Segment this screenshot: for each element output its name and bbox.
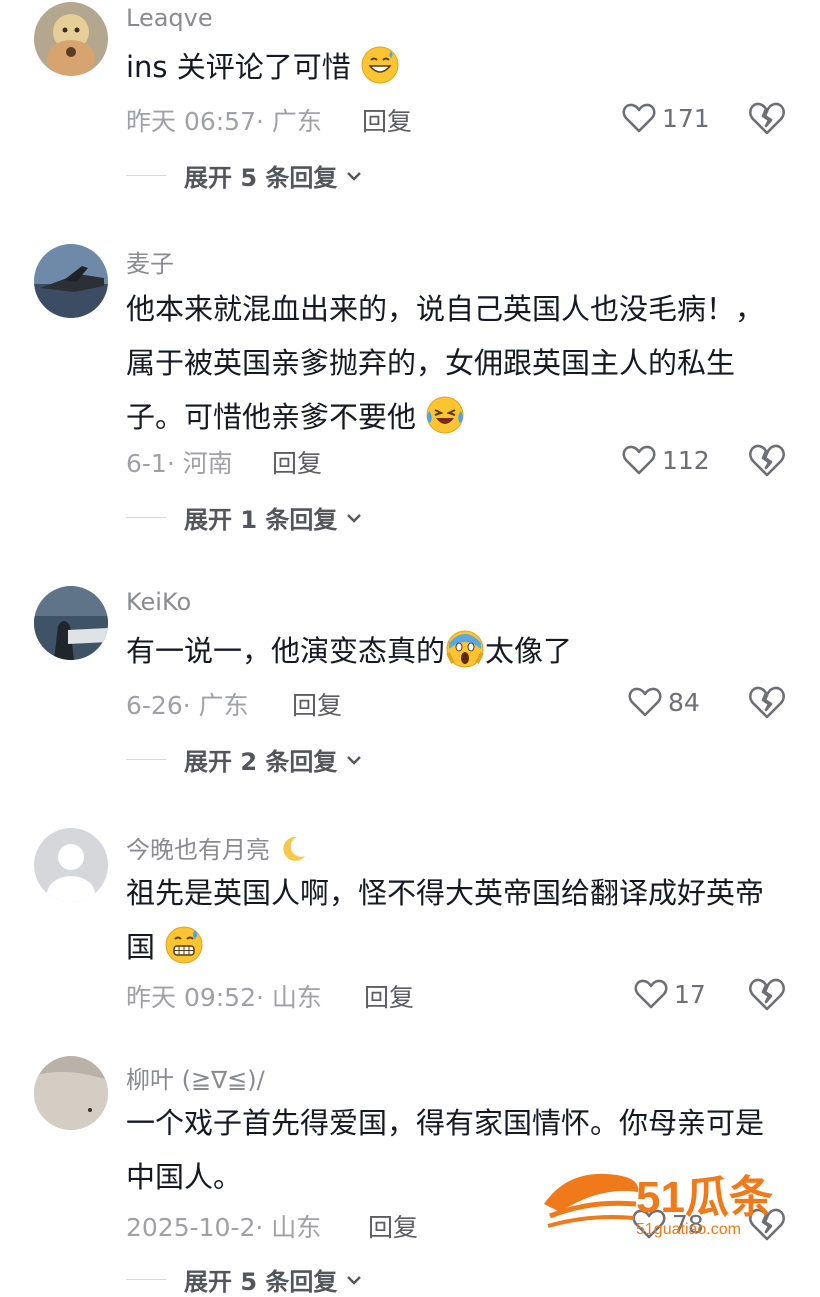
username[interactable]: Leaqve [126,4,213,32]
grinning-sweat-emoji [361,46,399,84]
expand-replies-button[interactable]: 展开 1 条回复 [126,500,365,535]
comment-text: ins 关评论了可惜 [126,40,786,94]
expand-replies-label: 展开 5 条回复 [184,164,338,192]
comment-text-body: 祖先是英国人啊，怪不得大英帝国给翻译成好英帝国 [126,876,765,964]
like-button[interactable]: 112 [622,440,710,480]
divider [126,175,166,176]
like-button[interactable]: 84 [628,682,700,722]
like-count: 17 [674,979,706,1009]
reply-button[interactable]: 回复 [368,1208,418,1244]
comment-meta: 昨天 06:57· 广东 [126,107,322,136]
crescent-moon-emoji [282,836,305,861]
heart-outline-icon [634,979,668,1009]
username-text: 今晚也有月亮 [126,836,270,864]
username[interactable]: 麦子 [126,244,174,279]
comment-meta: 6-26· 广东 [126,691,249,720]
avatar[interactable] [34,586,108,660]
avatar[interactable] [34,244,108,318]
divider [126,759,166,760]
expand-replies-button[interactable]: 展开 2 条回复 [126,742,365,777]
comment-meta: 2025-10-2· 山东 [126,1213,322,1242]
broken-heart-icon[interactable] [748,682,786,722]
reply-button[interactable]: 回复 [362,102,412,138]
watermark-logo-text: 51瓜条 [636,1173,773,1222]
broken-heart-icon[interactable] [748,974,786,1014]
avatar[interactable] [34,2,108,76]
broken-heart-icon[interactable] [748,98,786,138]
username[interactable]: 柳叶 (≧∇≦)/ [126,1060,265,1095]
screaming-face-emoji [446,630,484,668]
expand-replies-label: 展开 1 条回复 [184,506,338,534]
avatar[interactable] [34,828,108,902]
watermark-logo: 51瓜条 51guatiao.com [540,1160,800,1240]
heart-outline-icon [628,687,662,717]
like-count: 84 [668,687,700,717]
broken-heart-icon[interactable] [748,440,786,480]
heart-outline-icon [622,103,656,133]
comment-meta: 昨天 09:52· 山东 [126,983,322,1012]
like-button[interactable]: 17 [634,974,706,1014]
expand-replies-button[interactable]: 展开 5 条回复 [126,158,365,193]
chevron-down-icon [347,755,362,765]
like-count: 112 [662,445,710,475]
comment-text: 祖先是英国人啊，怪不得大英帝国给翻译成好英帝国 [126,866,786,974]
watermark-url: 51guatiao.com [636,1221,741,1238]
comment-meta: 6-1· 河南 [126,449,233,478]
reply-button[interactable]: 回复 [272,444,322,480]
like-button[interactable]: 171 [622,98,710,138]
comment-text-body: 有一说一，他演变态真的 [126,634,446,668]
username[interactable]: KeiKo [126,588,191,616]
avatar[interactable] [34,1056,108,1130]
comment-text-body: ins 关评论了可惜 [126,50,351,84]
like-count: 171 [662,103,710,133]
comment-text-tail: 太像了 [485,634,573,668]
chevron-down-icon [347,513,362,523]
divider [126,517,166,518]
grimacing-sweat-emoji [165,926,203,964]
reply-button[interactable]: 回复 [364,978,414,1014]
comment-text: 有一说一，他演变态真的 太像了 [126,624,786,678]
chevron-down-icon [347,171,362,181]
comment-text: 他本来就混血出来的，说自己英国人也没毛病！，属于被英国亲爹抛弃的，女佣跟英国主人… [126,282,786,444]
heart-outline-icon [622,445,656,475]
crying-laughing-emoji [426,396,464,434]
expand-replies-label: 展开 2 条回复 [184,748,338,776]
username[interactable]: 今晚也有月亮 [126,830,308,865]
reply-button[interactable]: 回复 [292,686,342,722]
